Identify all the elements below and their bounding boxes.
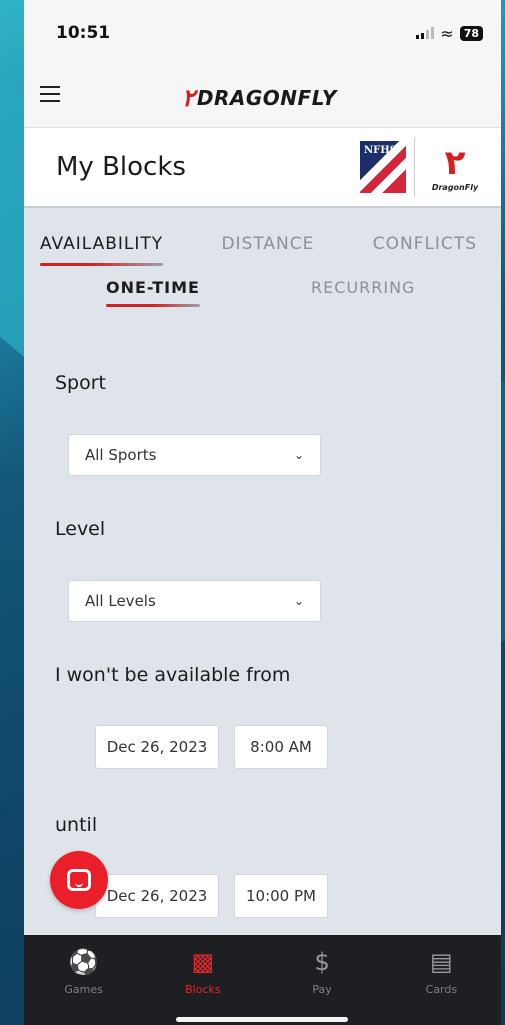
nfhs-logo: NFHS (360, 141, 406, 193)
tab-bar: AVAILABILITY DISTANCE CONFLICTS (24, 208, 501, 270)
nav-pay[interactable]: $ Pay (277, 947, 367, 1025)
tab-conflicts[interactable]: CONFLICTS (373, 234, 477, 254)
nav-games-label: Games (64, 983, 103, 996)
home-indicator[interactable] (176, 1017, 348, 1022)
page-title: My Blocks (56, 152, 186, 182)
nav-cards[interactable]: ▤ Cards (396, 947, 486, 1025)
nav-pay-label: Pay (312, 983, 332, 996)
dragonfly-mark-icon: ٢ (444, 142, 466, 183)
battery-icon: 78 (459, 25, 483, 41)
sport-label: Sport (55, 372, 107, 394)
nav-games[interactable]: ⚽ Games (39, 947, 129, 1025)
nav-blocks-label: Blocks (185, 983, 221, 996)
bottom-nav: ⚽ Games ▩ Blocks $ Pay ▤ Cards (24, 935, 501, 1025)
dragonfly-logo-text: DragonFly (431, 182, 479, 192)
app-screen: 10:51 ≈ 78 ٢ DRAGONFLY My Blocks NFHS ٢ … (24, 0, 501, 1025)
status-time: 10:51 (56, 23, 111, 43)
title-bar: My Blocks NFHS ٢ DragonFly (24, 128, 501, 208)
chat-button[interactable] (50, 851, 108, 909)
wifi-icon: ≈ (440, 23, 454, 43)
until-label: until (55, 814, 98, 836)
calendar-icon: ▩ (191, 948, 215, 976)
menu-icon[interactable] (40, 86, 60, 107)
partner-logos: NFHS ٢ DragonFly (360, 137, 487, 197)
dragonfly-mark-icon: ٢ (182, 84, 195, 112)
subtab-one-time[interactable]: ONE-TIME (106, 278, 200, 307)
level-select-value: All Levels (85, 592, 156, 610)
from-date-field[interactable]: Dec 26, 2023 (95, 725, 219, 769)
id-card-icon: ▤ (430, 948, 453, 976)
sport-select-value: All Sports (85, 446, 157, 464)
subtab-recurring[interactable]: RECURRING (311, 278, 415, 297)
until-date-field[interactable]: Dec 26, 2023 (95, 874, 219, 918)
from-time-field[interactable]: 8:00 AM (234, 725, 328, 769)
level-select[interactable]: All Levels ⌄ (68, 580, 321, 622)
brand-text: DRAGONFLY (196, 86, 337, 110)
logo-divider (414, 137, 415, 197)
chevron-down-icon: ⌄ (293, 448, 304, 462)
app-header: ٢ DRAGONFLY (24, 66, 501, 128)
from-label: I won't be available from (55, 664, 291, 686)
subtab-bar: ONE-TIME RECURRING (24, 270, 501, 320)
tab-distance[interactable]: DISTANCE (221, 234, 314, 254)
nav-cards-label: Cards (425, 983, 458, 996)
tab-availability[interactable]: AVAILABILITY (40, 234, 164, 266)
dragonfly-logo: ٢ DragonFly (423, 143, 487, 192)
status-bar: 10:51 ≈ 78 (24, 0, 501, 66)
chevron-down-icon: ⌄ (293, 594, 304, 608)
signal-icon (416, 27, 435, 39)
chat-icon (67, 869, 91, 891)
until-time-field[interactable]: 10:00 PM (234, 874, 328, 918)
dollar-icon: $ (314, 948, 330, 976)
status-icons: ≈ 78 (416, 24, 483, 43)
nfhs-text: NFHS (364, 145, 397, 156)
nav-blocks[interactable]: ▩ Blocks (158, 947, 248, 1025)
level-label: Level (55, 518, 106, 540)
sport-select[interactable]: All Sports ⌄ (68, 434, 321, 476)
sports-ball-icon: ⚽ (68, 948, 99, 976)
brand-logo: ٢ DRAGONFLY (182, 84, 337, 112)
